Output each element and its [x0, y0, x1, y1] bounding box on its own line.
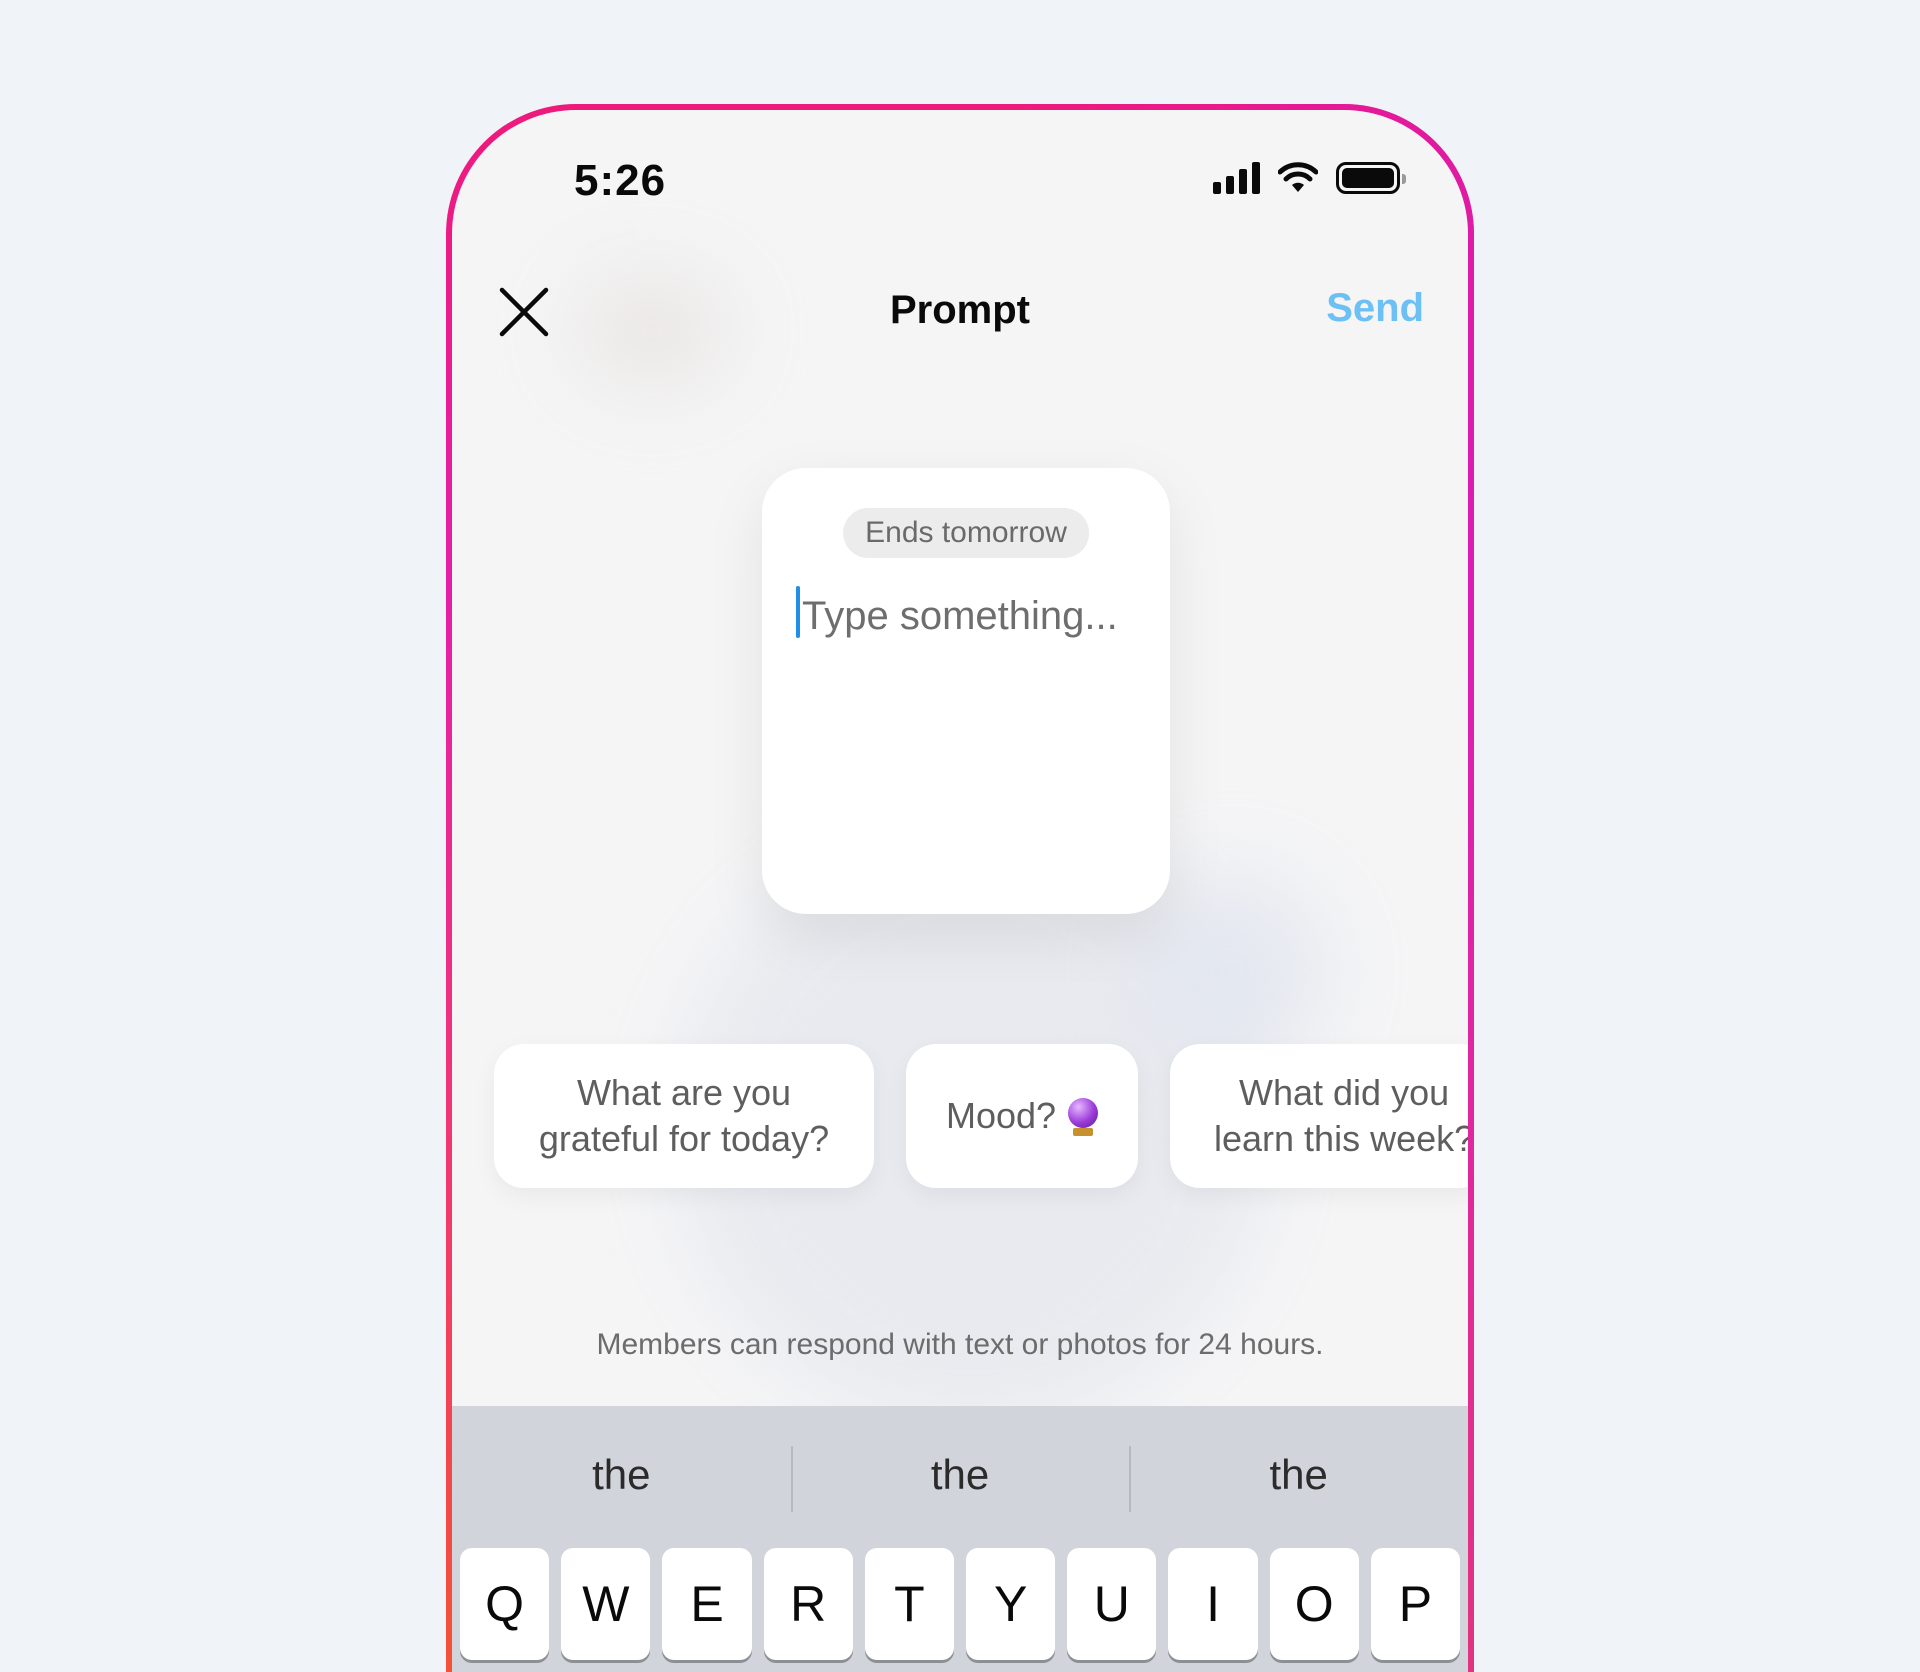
key-p[interactable]: P — [1370, 1548, 1461, 1660]
wifi-icon — [1278, 162, 1318, 192]
key-r[interactable]: R — [763, 1548, 853, 1660]
text-caret — [796, 586, 800, 638]
background-blur — [1132, 870, 1332, 1070]
prompt-text-input[interactable] — [796, 586, 1150, 646]
key-q[interactable]: Q — [460, 1548, 550, 1660]
crystal-ball-icon — [1068, 1098, 1099, 1136]
key-row-top: Q W E R T Y U I O P — [460, 1548, 1461, 1660]
suggestion-chip-learn[interactable]: What did you learn this week? — [1170, 1044, 1468, 1188]
suggestion-chip-mood[interactable]: Mood? — [906, 1044, 1138, 1188]
battery-icon — [1336, 162, 1406, 194]
suggestion-label: What are you grateful for today? — [538, 1072, 830, 1159]
page-title: Prompt — [890, 288, 1030, 332]
prediction-bar: the the the — [452, 1406, 1468, 1544]
key-o[interactable]: O — [1269, 1548, 1359, 1660]
prediction-item[interactable]: the — [1129, 1406, 1468, 1544]
key-i[interactable]: I — [1168, 1548, 1258, 1660]
suggestion-label: Mood? — [945, 1095, 1057, 1136]
suggestion-chip-grateful[interactable]: What are you grateful for today? — [494, 1044, 874, 1188]
status-time: 5:26 — [574, 156, 667, 205]
prompt-card: Ends tomorrow — [762, 468, 1170, 914]
phone-frame: 5:26 Prompt Send Ends tomorrow Type some… — [446, 104, 1474, 1672]
suggestion-label: What did you learn this week? — [1214, 1072, 1468, 1159]
prediction-item[interactable]: the — [790, 1406, 1130, 1544]
key-w[interactable]: W — [561, 1548, 651, 1660]
keyboard: the the the Q W E R T Y U I O P — [452, 1406, 1468, 1672]
canvas: 5:26 Prompt Send Ends tomorrow Type some… — [0, 0, 1920, 1672]
expiry-badge: Ends tomorrow — [843, 508, 1089, 558]
key-u[interactable]: U — [1067, 1548, 1157, 1660]
key-e[interactable]: E — [662, 1548, 752, 1660]
key-t[interactable]: T — [864, 1548, 955, 1660]
key-y[interactable]: Y — [966, 1548, 1056, 1660]
signal-icon — [1213, 162, 1260, 194]
status-icons — [1213, 162, 1406, 194]
prediction-item[interactable]: the — [452, 1406, 791, 1544]
send-button[interactable]: Send — [1326, 286, 1424, 331]
phone-screen: 5:26 Prompt Send Ends tomorrow Type some… — [452, 110, 1468, 1672]
helper-text: Members can respond with text or photos … — [596, 1328, 1324, 1361]
